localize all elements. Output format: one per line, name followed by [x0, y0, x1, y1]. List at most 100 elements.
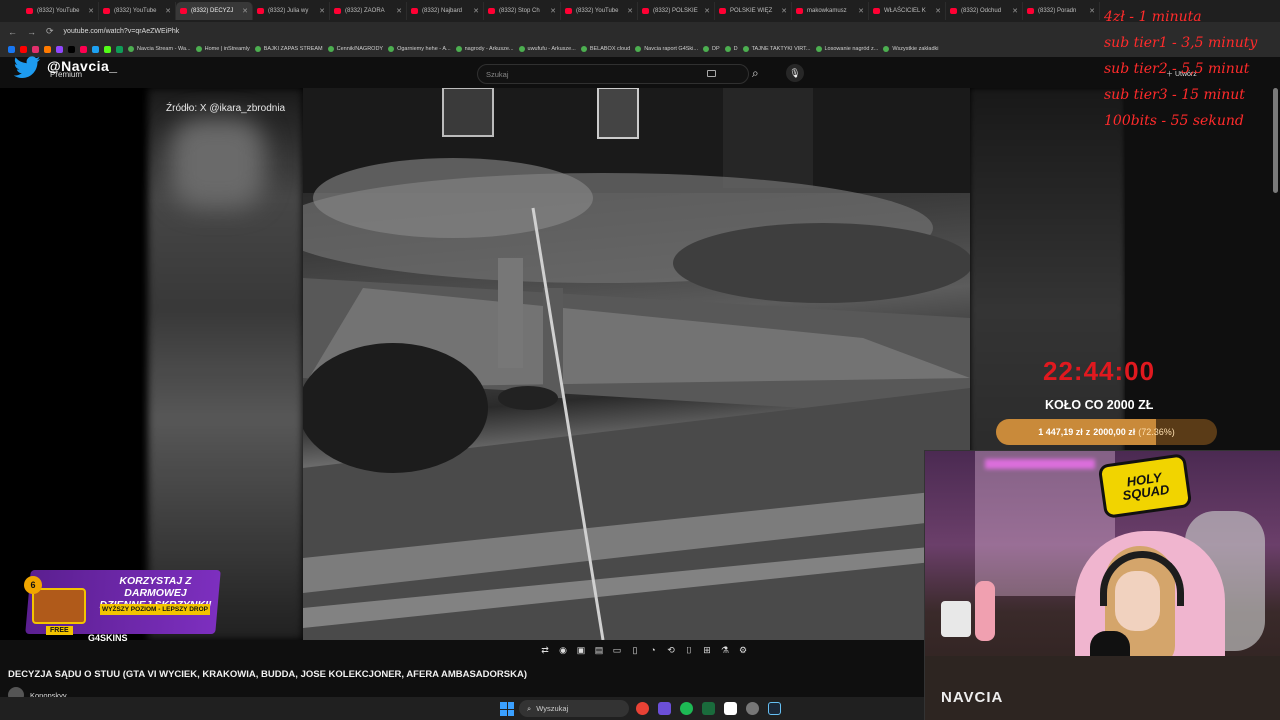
tab-close-icon[interactable]: ✕	[165, 7, 171, 15]
tab-close-icon[interactable]: ✕	[88, 7, 94, 15]
youtube-favicon-icon	[565, 8, 572, 14]
bookmark-favicon-icon[interactable]	[44, 45, 51, 53]
bookmark-item[interactable]: Navcia raport G4Ski...	[635, 46, 698, 52]
tab-close-icon[interactable]: ✕	[627, 7, 633, 15]
flask-icon[interactable]: ⚗	[718, 644, 732, 656]
forward-icon[interactable]: →	[27, 27, 36, 37]
tab-close-icon[interactable]: ✕	[396, 7, 402, 15]
browser-tab[interactable]: (8332) Julia wy ✕	[253, 2, 330, 20]
back-icon[interactable]: ←	[8, 27, 17, 37]
bookmark-item[interactable]: BAJKI ZAPAS STREAM	[254, 46, 323, 52]
tab-close-icon[interactable]: ✕	[1012, 7, 1018, 15]
browser-tab[interactable]: (8332) Stop Ch ✕	[484, 2, 561, 20]
browser-tab[interactable]: (8332) POLSKIE ✕	[638, 2, 715, 20]
document-icon[interactable]	[724, 702, 737, 715]
player-control-strip: ⇄ ◉ ▣ ▤ ▭ ▯ ◔ ⟲ ⌷ ⊞ ⚗ ⚙	[538, 644, 750, 656]
bookmark-favicon-icon[interactable]	[92, 45, 99, 53]
chrome-icon[interactable]	[636, 702, 649, 715]
tab-close-icon[interactable]: ✕	[1089, 7, 1095, 15]
spotify-icon[interactable]	[680, 702, 693, 715]
tab-close-icon[interactable]: ✕	[242, 7, 248, 15]
browser-tab[interactable]: WŁAŚCICIEL K ✕	[869, 2, 946, 20]
subtitles-icon[interactable]: ▣	[574, 644, 588, 656]
bookmark-label: uwufufu - Arkusze...	[527, 46, 576, 52]
reload-icon[interactable]: ⟳	[46, 26, 54, 37]
chapters-icon[interactable]: ▤	[592, 644, 606, 656]
steam-icon[interactable]	[768, 702, 781, 715]
browser-tab[interactable]: (8332) DECYZJ ✕	[176, 2, 253, 20]
settings-gear-icon[interactable]: ⚙	[736, 644, 750, 656]
youtube-favicon-icon	[950, 8, 957, 14]
url-field[interactable]: youtube.com/watch?v=qrAeZWEiPhk	[64, 28, 180, 35]
bookmark-item[interactable]: TAJNE TAKTYKI VIRT...	[742, 46, 811, 52]
repeat-icon[interactable]: ⇄	[538, 644, 552, 656]
search-input[interactable]: Szukaj	[477, 64, 749, 84]
bookmark-label: Cennik/NAGRODY	[336, 46, 384, 52]
browser-tab[interactable]: (8332) YouTube ✕	[22, 2, 99, 20]
browser-tab[interactable]: (8332) Poradn ✕	[1023, 2, 1100, 20]
bookmark-label: BAJKI ZAPAS STREAM	[263, 46, 323, 52]
tab-close-icon[interactable]: ✕	[935, 7, 941, 15]
miniplayer-icon[interactable]: ▭	[610, 644, 624, 656]
bookmark-item[interactable]: Cennik/NAGRODY	[327, 46, 384, 52]
browser-tab[interactable]: makowkamusz ✕	[792, 2, 869, 20]
tab-close-icon[interactable]: ✕	[704, 7, 710, 15]
excel-icon[interactable]	[702, 702, 715, 715]
browser-tab[interactable]: (8332) YouTube ✕	[561, 2, 638, 20]
source-caption: Źródło: X @ikara_zbrodnia	[166, 103, 286, 114]
bookmark-label: Navcia raport G4Ski...	[644, 46, 698, 52]
browser-tab[interactable]: (8332) Najbard ✕	[407, 2, 484, 20]
microphone-icon[interactable]: 🎙	[786, 64, 804, 82]
twitter-bird-icon	[12, 56, 42, 80]
taskbar-search-label: Wyszukaj	[536, 704, 569, 713]
bookmark-item[interactable]: BELABOX cloud	[580, 46, 630, 52]
bookmark-favicon-icon[interactable]	[8, 45, 15, 53]
clip-icon[interactable]: ⊞	[700, 644, 714, 656]
tab-close-icon[interactable]: ✕	[473, 7, 479, 15]
obs-icon[interactable]	[746, 702, 759, 715]
windows-start-icon[interactable]	[500, 702, 514, 716]
bookmark-favicon-icon[interactable]	[20, 45, 27, 53]
bookmark-favicon-icon[interactable]	[104, 45, 111, 53]
bookmark-item[interactable]: Wszystkie zakładki	[883, 46, 938, 52]
bookmark-favicon-icon[interactable]	[32, 45, 39, 53]
browser-tab[interactable]: (8332) ZAORA ✕	[330, 2, 407, 20]
bookmark-item[interactable]: Losowanie nagród z...	[815, 46, 878, 52]
browser-tab[interactable]: (8332) YouTube ✕	[99, 2, 176, 20]
bookmark-item[interactable]: DP	[702, 46, 720, 52]
bookmark-icon	[128, 46, 134, 52]
youtube-favicon-icon	[26, 8, 33, 14]
promo-brand: G4SKINS	[88, 633, 128, 643]
browser-tab[interactable]: POLSKIE WIĘZ ✕	[715, 2, 792, 20]
keyboard-icon[interactable]	[707, 70, 716, 77]
youtube-favicon-icon	[334, 8, 341, 14]
tab-close-icon[interactable]: ✕	[550, 7, 556, 15]
bookmark-favicon-icon[interactable]	[80, 45, 87, 53]
app-icon[interactable]	[658, 702, 671, 715]
youtube-favicon-icon	[257, 8, 264, 14]
bookmark-item[interactable]: Navcia Stream - Wa...	[128, 46, 191, 52]
bookmark-icon	[327, 46, 334, 52]
browser-tab[interactable]: (8332) Odchud ✕	[946, 2, 1023, 20]
loop-icon[interactable]: ⟲	[664, 644, 678, 656]
bookmark-item[interactable]: Ogarniemy hehe - A...	[388, 46, 451, 52]
taskbar-search[interactable]: ⌕ Wyszukaj	[519, 700, 629, 717]
bookmark-favicon-icon[interactable]	[68, 45, 75, 53]
youtube-favicon-icon	[642, 8, 649, 14]
bookmark-item[interactable]: nagrody - Arkusze...	[455, 46, 514, 52]
screenshot-icon[interactable]: ⌷	[682, 644, 696, 656]
bookmark-item[interactable]: uwufufu - Arkusze...	[518, 46, 576, 52]
tab-close-icon[interactable]: ✕	[319, 7, 325, 15]
bookmark-favicon-icon[interactable]	[116, 45, 123, 53]
bookmark-favicon-icon[interactable]	[56, 45, 63, 53]
bookmark-icon	[742, 46, 749, 52]
tab-close-icon[interactable]: ✕	[858, 7, 864, 15]
search-icon[interactable]: ⌕	[752, 66, 759, 81]
goal-progress-text: 1 447,19 zł z 2000,00 zł (72.36%)	[996, 419, 1217, 445]
bookmark-item[interactable]: D	[724, 46, 738, 52]
speed-icon[interactable]: ◔	[646, 644, 660, 656]
tab-close-icon[interactable]: ✕	[781, 7, 787, 15]
volume-icon[interactable]: ◉	[556, 644, 570, 656]
bookmark-item[interactable]: Home | inStreamly	[195, 46, 250, 52]
theater-icon[interactable]: ▯	[628, 644, 642, 656]
